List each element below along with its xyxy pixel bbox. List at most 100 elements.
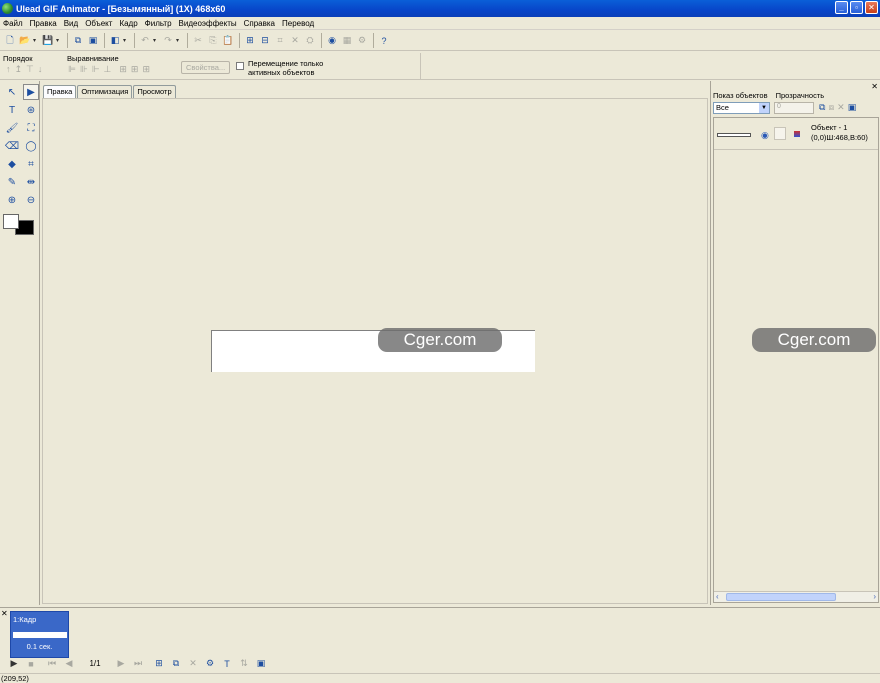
tab-optimize[interactable]: Оптимизация — [77, 85, 133, 98]
preview-browser-icon[interactable]: ◉ — [325, 34, 339, 48]
main-toolbar: 🗋 📂 ▾ 💾 ▾ ⧉ ▣ ◧ ▾ ↶ ▾ ↷ ▾ ✂ ⎘ 📋 ⊞ ⊟ ⌗ ✕ … — [0, 31, 880, 51]
cut-icon[interactable]: ✂ — [191, 34, 205, 48]
eraser-icon[interactable]: ⌫ — [4, 138, 20, 154]
reverse-icon[interactable]: ⇅ — [238, 658, 250, 669]
duplicate-object-icon[interactable]: ⧈ — [828, 102, 834, 113]
objects-scrollbar[interactable]: ‹ › — [714, 591, 878, 602]
eye-icon[interactable]: ◉ — [761, 130, 769, 141]
add-images-icon[interactable]: ⧉ — [71, 34, 85, 48]
align-middle-icon[interactable]: ⊞ — [119, 64, 127, 75]
text-banner-icon[interactable]: T — [221, 659, 233, 669]
move-active-line2: активных объектов — [248, 68, 315, 77]
move-active-label: Перемещение только активных объектов — [248, 59, 323, 77]
duplicate-frame-icon[interactable]: ⊟ — [258, 34, 272, 48]
bring-front-icon[interactable]: ↑ — [6, 64, 11, 75]
open-folder-icon[interactable]: 📂 — [18, 34, 32, 48]
color-picker-icon[interactable]: ◧ — [108, 34, 122, 48]
text-tool-icon[interactable]: T — [4, 102, 20, 118]
first-frame-icon[interactable]: ⏮ — [46, 658, 58, 669]
grid-icon[interactable]: ▦ — [340, 34, 354, 48]
menu-help[interactable]: Справка — [241, 19, 279, 28]
zoom-in-icon[interactable]: ⊕ — [4, 192, 20, 208]
close-button[interactable]: ✕ — [865, 1, 878, 14]
open-dropdown-icon[interactable]: ▾ — [33, 37, 39, 44]
brush-icon[interactable]: 🖌 — [4, 120, 20, 136]
delete-frame-icon[interactable]: ✕ — [187, 658, 199, 669]
help-icon[interactable]: ? — [377, 34, 391, 48]
stop-icon[interactable]: ■ — [25, 659, 37, 669]
align-top-icon[interactable]: ⊥ — [104, 64, 112, 75]
object-lock-box[interactable] — [774, 127, 786, 140]
objects-filter-select[interactable]: Все ▼ — [713, 102, 770, 114]
align-bottom-icon[interactable]: ⊞ — [131, 64, 139, 75]
new-file-icon[interactable]: 🗋 — [3, 34, 17, 48]
redo-icon[interactable]: ↷ — [161, 34, 175, 48]
menu-translate[interactable]: Перевод — [279, 19, 318, 28]
ellipse-select-icon[interactable]: ◯ — [23, 138, 39, 154]
zoom-out-icon[interactable]: ⊖ — [23, 192, 39, 208]
menu-object[interactable]: Объект — [82, 19, 116, 28]
panel-close-icon[interactable]: ✕ — [871, 82, 878, 91]
save-dropdown-icon[interactable]: ▾ — [56, 37, 62, 44]
scroll-right-icon[interactable]: › — [873, 592, 876, 601]
menu-filter[interactable]: Фильтр — [142, 19, 176, 28]
copy-icon[interactable]: ⎘ — [206, 34, 220, 48]
frame-panel-close-icon[interactable]: ✕ — [1, 609, 8, 618]
align-right-icon[interactable]: ⊩ — [92, 64, 100, 75]
menu-video-effects[interactable]: Видеоэффекты — [176, 19, 241, 28]
duplicate-frame-button-icon[interactable]: ⧉ — [170, 658, 182, 669]
undo-icon[interactable]: ↶ — [138, 34, 152, 48]
delete-object-icon[interactable]: ✕ — [837, 102, 845, 113]
transform-icon[interactable]: ⊛ — [23, 102, 39, 118]
paint-bucket-icon[interactable]: ◆ — [4, 156, 20, 172]
bring-forward-icon[interactable]: ↥ — [15, 64, 23, 75]
tween-icon[interactable]: ⚙ — [204, 658, 216, 669]
maximize-button[interactable]: ▫ — [850, 1, 863, 14]
merge-object-icon[interactable]: ▣ — [848, 102, 857, 113]
opacity-spinner[interactable]: 0 — [774, 102, 814, 114]
list-item[interactable]: ◉ Объект - 1 (0,0)Ш:468,В:60) — [714, 120, 878, 150]
send-back-icon[interactable]: ↓ — [38, 64, 43, 75]
measure-icon[interactable]: ⇹ — [23, 174, 39, 190]
delete-icon[interactable]: ✕ — [288, 34, 302, 48]
align-center-icon[interactable]: ⊪ — [80, 64, 88, 75]
menu-view[interactable]: Вид — [61, 19, 82, 28]
menu-edit[interactable]: Правка — [27, 19, 61, 28]
distribute-icon[interactable]: ⊞ — [142, 64, 150, 75]
menu-file[interactable]: Файл — [0, 19, 27, 28]
move-active-only-checkbox[interactable] — [236, 62, 244, 70]
tab-preview[interactable]: Просмотр — [133, 85, 176, 98]
tab-edit[interactable]: Правка — [43, 85, 77, 99]
last-frame-icon[interactable]: ⏭ — [132, 658, 144, 669]
eyedropper-icon[interactable]: ✎ — [4, 174, 20, 190]
new-object-icon[interactable]: ⧉ — [819, 102, 825, 113]
undo-dropdown-icon[interactable]: ▾ — [153, 37, 159, 44]
color-dropdown-icon[interactable]: ▾ — [123, 37, 129, 44]
paste-icon[interactable]: 📋 — [221, 34, 235, 48]
select-object-icon[interactable]: ▶ — [23, 84, 39, 100]
next-frame-icon[interactable]: ▶ — [115, 658, 127, 669]
minimize-button[interactable]: _ — [835, 1, 848, 14]
scroll-left-icon[interactable]: ‹ — [716, 592, 719, 601]
menu-frame[interactable]: Кадр — [116, 19, 141, 28]
properties-button[interactable]: Свойства... — [181, 61, 231, 74]
frame-props-button-icon[interactable]: ▣ — [255, 658, 267, 669]
save-icon[interactable]: 💾 — [41, 34, 55, 48]
add-frame-icon[interactable]: ⊞ — [153, 658, 165, 669]
play-icon[interactable]: ▶ — [8, 658, 20, 669]
add-video-icon[interactable]: ▣ — [86, 34, 100, 48]
banner-icon[interactable]: ⛭ — [303, 34, 317, 48]
pick-tool-icon[interactable]: ↖ — [4, 84, 20, 100]
frame-thumbnail[interactable]: 1:Кадр 0.1 сек. — [10, 611, 69, 658]
frame-props-icon[interactable]: ⊞ — [243, 34, 257, 48]
foreground-color-swatch[interactable] — [3, 214, 19, 229]
crop-icon[interactable]: ⌗ — [273, 34, 287, 48]
send-backward-icon[interactable]: ⊤ — [26, 64, 34, 75]
redo-dropdown-icon[interactable]: ▾ — [176, 37, 182, 44]
optimize-icon[interactable]: ⚙ — [355, 34, 369, 48]
crop-tool-icon[interactable]: ⌗ — [23, 156, 39, 172]
previous-frame-icon[interactable]: ◀ — [63, 658, 75, 669]
align-left-icon[interactable]: ⊫ — [68, 64, 76, 75]
scrollbar-thumb[interactable] — [726, 593, 836, 601]
lasso-icon[interactable]: ⛶ — [23, 120, 39, 136]
